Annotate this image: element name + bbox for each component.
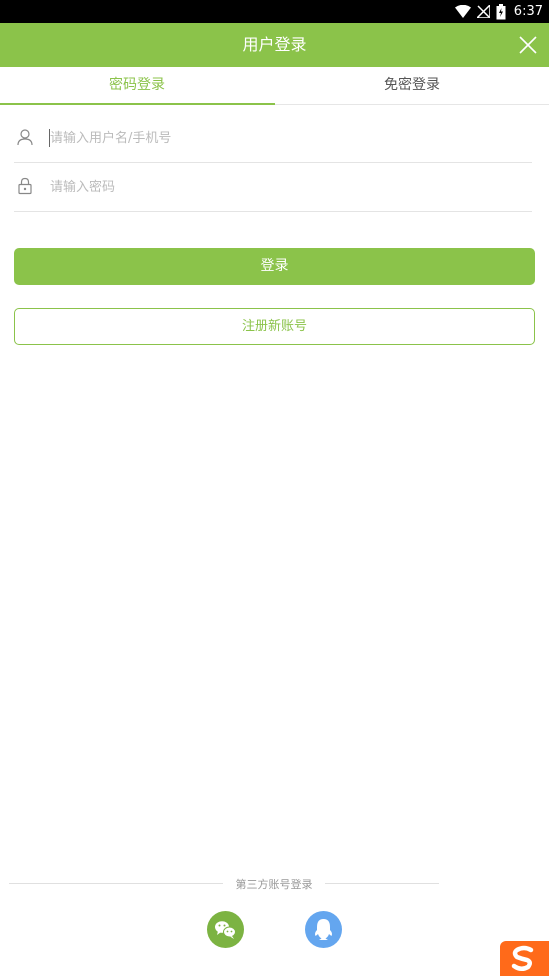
close-icon[interactable]	[517, 34, 539, 56]
password-input[interactable]	[50, 173, 520, 201]
sogou-input-badge[interactable]	[500, 941, 549, 976]
username-input[interactable]	[50, 124, 520, 152]
tab-password-login[interactable]: 密码登录	[0, 67, 274, 105]
third-party-label: 第三方账号登录	[235, 878, 313, 891]
wifi-icon	[454, 5, 471, 18]
status-icons: 6:37	[454, 3, 543, 20]
title-bar: 用户登录	[0, 23, 549, 67]
register-button[interactable]: 注册新账号	[14, 308, 535, 345]
wechat-login-button[interactable]	[207, 911, 244, 948]
user-icon	[17, 129, 33, 146]
qq-login-button[interactable]	[305, 911, 342, 948]
login-tabs: 密码登录 免密登录	[0, 67, 549, 105]
wechat-icon	[215, 921, 236, 939]
sogou-s-icon	[511, 945, 534, 971]
username-row	[14, 114, 532, 163]
active-tab-indicator	[0, 103, 275, 105]
divider-right	[325, 883, 439, 884]
divider-left	[9, 883, 223, 884]
page-title: 用户登录	[242, 35, 307, 54]
login-button[interactable]: 登录	[14, 248, 535, 285]
no-signal-icon	[476, 5, 490, 18]
lock-icon	[18, 177, 32, 195]
status-time: 6:37	[513, 4, 543, 19]
tab-passwordless-login[interactable]: 免密登录	[275, 67, 549, 105]
password-row	[14, 163, 532, 212]
battery-icon	[496, 3, 506, 19]
status-bar: 6:37	[0, 0, 549, 23]
qq-icon	[315, 919, 332, 940]
